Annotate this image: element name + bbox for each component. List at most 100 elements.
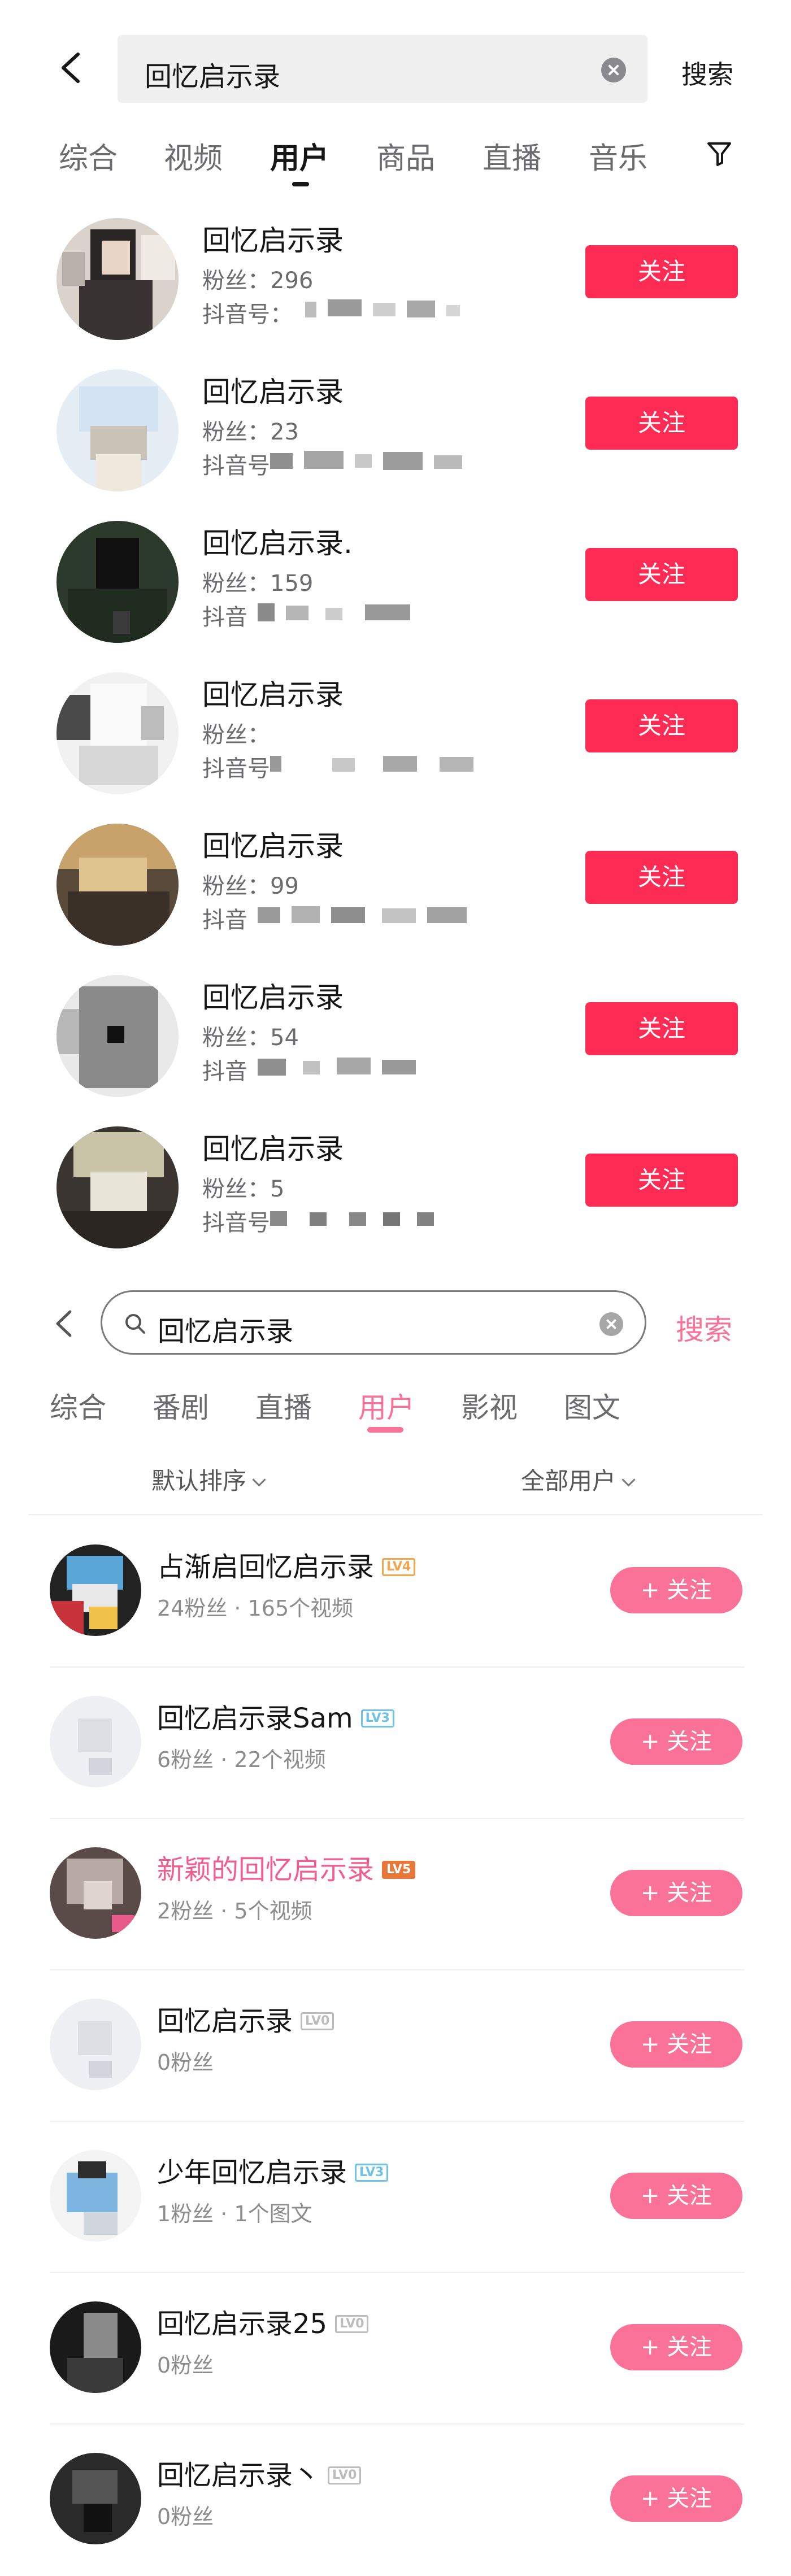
avatar[interactable] [56, 521, 179, 643]
user-row[interactable]: 回忆启示录 粉丝：99 抖音 关注 [0, 811, 791, 963]
user-row[interactable]: 回忆启示录 粉丝： 抖音号 关注 [0, 660, 791, 811]
redacted-id [258, 1058, 416, 1076]
avatar[interactable] [56, 975, 179, 1097]
follow-button[interactable]: 关注 [585, 1002, 738, 1055]
user-name: 占渐启回忆启示录 LV4 [157, 1544, 416, 1584]
level-badge: LV0 [328, 2466, 362, 2484]
follow-button[interactable]: + 关注 [610, 2173, 742, 2219]
user-name: 回忆启示录Sam LV3 [157, 1696, 394, 1735]
back-arrow-icon[interactable] [55, 51, 89, 85]
level-badge: LV5 [382, 1861, 416, 1879]
user-row[interactable]: 回忆启示录 粉丝：54 抖音 关注 [0, 963, 791, 1114]
follow-button[interactable]: 关注 [585, 548, 738, 601]
fan-count: 粉丝：159 [202, 571, 314, 597]
user-stats: 0粉丝 [157, 2050, 214, 2075]
user-name: 回忆启示录. [202, 527, 353, 560]
fan-count: 粉丝：23 [202, 419, 299, 445]
tab-users[interactable]: 用户 [358, 1385, 415, 1426]
avatar[interactable] [50, 1696, 141, 1787]
user-name: 回忆启示录丶 LV0 [157, 2453, 362, 2492]
filter-icon[interactable] [705, 138, 737, 169]
follow-button[interactable]: + 关注 [610, 2475, 742, 2522]
tab-live[interactable]: 直播 [483, 134, 541, 177]
user-row[interactable]: 新颖的回忆启示录 LV5 2粉丝 · 5个视频 + 关注 [0, 1819, 791, 1970]
redacted-id [270, 1211, 434, 1226]
user-id-label: 抖音 [202, 907, 247, 933]
user-row[interactable]: 回忆启示录 LV0 0粉丝 + 关注 [0, 1970, 791, 2122]
user-id-label: 抖音号 [202, 1210, 270, 1236]
avatar[interactable] [50, 1544, 141, 1636]
fan-count: 粉丝：296 [202, 268, 314, 294]
tab-live[interactable]: 直播 [255, 1385, 312, 1426]
follow-button[interactable]: 关注 [585, 397, 738, 450]
user-stats: 2粉丝 · 5个视频 [157, 1899, 312, 1924]
fan-count: 粉丝：54 [202, 1025, 299, 1051]
user-id-label: 抖音 [202, 1059, 247, 1085]
tab-articles[interactable]: 图文 [564, 1385, 620, 1426]
user-row[interactable]: 少年回忆启示录 LV3 1粉丝 · 1个图文 + 关注 [0, 2122, 791, 2273]
sort-dropdown[interactable]: 默认排序 [151, 1462, 266, 1496]
tab-comprehensive[interactable]: 综合 [59, 134, 118, 177]
clear-icon[interactable] [599, 1312, 623, 1336]
user-id-label: 抖音 [202, 604, 247, 630]
follow-button[interactable]: 关注 [585, 851, 738, 904]
user-row[interactable]: 回忆启示录丶 LV0 0粉丝 + 关注 [0, 2425, 791, 2576]
user-row[interactable]: 回忆启示录 粉丝：5 抖音号 关注 [0, 1114, 791, 1265]
follow-button[interactable]: + 关注 [610, 1718, 742, 1765]
avatar[interactable] [56, 824, 179, 946]
search-input[interactable]: 回忆启示录 [101, 1290, 646, 1355]
user-row[interactable]: 回忆启示录. 粉丝：159 抖音 关注 [0, 508, 791, 660]
avatar[interactable] [56, 1126, 179, 1248]
follow-button[interactable]: 关注 [585, 1154, 738, 1207]
clear-icon[interactable] [601, 58, 626, 82]
avatar[interactable] [50, 2301, 141, 2393]
avatar[interactable] [56, 672, 179, 794]
avatar[interactable] [50, 2453, 141, 2544]
redacted-id [270, 451, 462, 470]
user-id-label: 抖音号： [202, 302, 293, 328]
level-badge: LV0 [335, 2315, 369, 2333]
user-stats: 1粉丝 · 1个图文 [157, 2201, 312, 2226]
avatar[interactable] [56, 218, 179, 340]
avatar[interactable] [50, 1847, 141, 1939]
user-row[interactable]: 回忆启示录 粉丝：23 抖音号 关注 [0, 357, 791, 508]
level-badge: LV4 [382, 1558, 416, 1576]
avatar[interactable] [50, 2150, 141, 2242]
search-icon [125, 1314, 145, 1334]
tab-film[interactable]: 影视 [461, 1385, 518, 1426]
follow-button[interactable]: + 关注 [610, 2324, 742, 2370]
redacted-id [258, 603, 410, 621]
level-badge: LV3 [355, 2164, 389, 2182]
user-stats: 6粉丝 · 22个视频 [157, 1747, 326, 1772]
tab-video[interactable]: 视频 [164, 134, 223, 177]
tab-music[interactable]: 音乐 [589, 134, 647, 177]
follow-button[interactable]: + 关注 [610, 1567, 742, 1613]
level-badge: LV3 [360, 1709, 394, 1728]
user-name: 新颖的回忆启示录 LV5 [157, 1847, 416, 1887]
tab-users[interactable]: 用户 [270, 134, 329, 177]
tab-products[interactable]: 商品 [376, 134, 435, 177]
search-button[interactable]: 搜索 [676, 1307, 732, 1348]
tab-comprehensive[interactable]: 综合 [50, 1385, 106, 1426]
scope-dropdown[interactable]: 全部用户 [521, 1462, 636, 1496]
user-row[interactable]: 回忆启示录Sam LV3 6粉丝 · 22个视频 + 关注 [0, 1668, 791, 1819]
follow-button[interactable]: 关注 [585, 699, 738, 752]
search-button[interactable]: 搜索 [681, 54, 733, 92]
follow-button[interactable]: 关注 [585, 245, 738, 298]
user-name: 回忆启示录 [202, 830, 344, 863]
active-tab-indicator [367, 1427, 403, 1433]
user-row[interactable]: 占渐启回忆启示录 LV4 24粉丝 · 165个视频 + 关注 [0, 1516, 791, 1668]
search-input[interactable]: 回忆启示录 [118, 35, 647, 103]
back-arrow-icon[interactable] [51, 1309, 79, 1338]
avatar[interactable] [56, 369, 179, 491]
scope-label: 全部用户 [521, 1467, 616, 1495]
user-name: 回忆启示录 [202, 678, 344, 711]
sort-label: 默认排序 [151, 1467, 247, 1495]
follow-button[interactable]: + 关注 [610, 2021, 742, 2068]
user-row[interactable]: 回忆启示录25 LV0 0粉丝 + 关注 [0, 2273, 791, 2425]
user-name: 回忆启示录 [202, 376, 344, 408]
tab-anime[interactable]: 番剧 [153, 1385, 209, 1426]
avatar[interactable] [50, 1999, 141, 2090]
user-row[interactable]: 回忆启示录 粉丝：296 抖音号： 关注 [0, 206, 791, 357]
follow-button[interactable]: + 关注 [610, 1870, 742, 1916]
